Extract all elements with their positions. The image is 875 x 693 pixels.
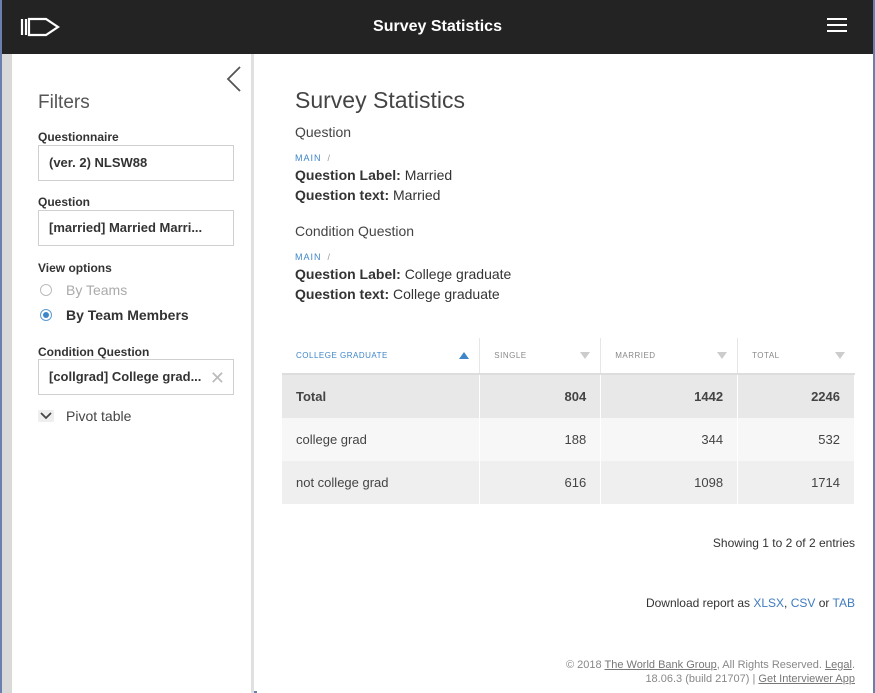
- question-select[interactable]: [married] Married Marri...: [38, 210, 234, 246]
- sort-icon: [580, 352, 591, 359]
- radio-button[interactable]: [40, 284, 52, 296]
- sort-icon: [834, 352, 845, 359]
- view-options-label: View options: [38, 261, 112, 275]
- filters-heading: Filters: [38, 92, 90, 113]
- version-text: 18.06.3 (build 21707) |: [645, 673, 756, 685]
- radio-button-selected[interactable]: [40, 309, 52, 321]
- condition-section-title: Condition Question: [295, 223, 415, 239]
- radio-label: By Teams: [66, 282, 128, 298]
- question-label-line: Question Label: Married: [295, 167, 453, 183]
- report-heading: Survey Statistics: [295, 87, 465, 113]
- pivot-table-toggle[interactable]: Pivot table: [38, 408, 131, 424]
- table-row: not college grad 616 1098 1714: [282, 461, 855, 504]
- sort-ascending-icon: [459, 352, 470, 359]
- question-breadcrumb: MAIN /: [295, 153, 332, 163]
- chevron-down-icon: [38, 410, 54, 422]
- top-header: Survey Statistics: [2, 0, 873, 54]
- clear-icon[interactable]: ✕: [210, 368, 225, 389]
- question-text-line: Question text: Married: [295, 187, 441, 203]
- breadcrumb-main-link[interactable]: MAIN: [295, 153, 322, 163]
- questionnaire-label: Questionnaire: [38, 130, 119, 144]
- column-header-college-graduate[interactable]: COLLEGE GRADUATE: [282, 338, 481, 374]
- download-report: Download report as XLSX, CSV or TAB: [645, 596, 855, 610]
- condition-question-label: Condition Question: [38, 345, 150, 359]
- condition-breadcrumb: MAIN /: [295, 252, 332, 262]
- radio-by-teams[interactable]: By Teams: [40, 282, 127, 298]
- page-title: Survey Statistics: [373, 18, 502, 35]
- collapse-sidebar-icon[interactable]: [226, 66, 242, 92]
- download-tab-link[interactable]: TAB: [833, 596, 855, 610]
- get-interviewer-app-link[interactable]: Get Interviewer App: [758, 673, 855, 685]
- questionnaire-select[interactable]: (ver. 2) NLSW88: [38, 145, 234, 181]
- world-bank-link[interactable]: The World Bank Group: [605, 659, 717, 671]
- left-strip: [2, 54, 12, 693]
- condition-question-select[interactable]: [collgrad] College grad... ✕: [38, 359, 234, 395]
- radio-label: By Team Members: [66, 307, 189, 323]
- column-header-married[interactable]: MARRIED: [600, 338, 739, 374]
- footer: © 2018 The World Bank Group, All Rights …: [566, 659, 855, 685]
- download-xlsx-link[interactable]: XLSX: [753, 596, 784, 610]
- question-section-title: Question: [295, 124, 352, 140]
- entries-info: Showing 1 to 2 of 2 entries: [712, 536, 855, 550]
- filters-sidebar: Filters Questionnaire (ver. 2) NLSW88 Qu…: [12, 54, 254, 693]
- question-label: Question: [38, 195, 91, 209]
- breadcrumb-main-link[interactable]: MAIN: [295, 252, 322, 262]
- sort-icon: [717, 352, 728, 359]
- condition-question-value: [collgrad] College grad...: [49, 369, 202, 384]
- table-row: college grad 188 344 532: [282, 418, 855, 461]
- legal-link[interactable]: Legal: [825, 659, 852, 671]
- statistics-table: COLLEGE GRADUATE SINGLE MARRIED TOTAL To…: [282, 338, 855, 504]
- download-csv-link[interactable]: CSV: [791, 596, 816, 610]
- hamburger-menu-icon[interactable]: [827, 18, 847, 34]
- main-content: Survey Statistics Question MAIN / Questio…: [257, 54, 873, 693]
- column-header-total[interactable]: TOTAL: [738, 338, 855, 374]
- condition-text-line: Question text: College graduate: [295, 286, 500, 302]
- pivot-table-label: Pivot table: [66, 408, 132, 424]
- table-total-row: Total 804 1442 2246: [282, 373, 855, 418]
- column-header-single[interactable]: SINGLE: [479, 338, 602, 374]
- condition-label-line: Question Label: College graduate: [295, 266, 512, 282]
- radio-by-team-members[interactable]: By Team Members: [40, 307, 189, 323]
